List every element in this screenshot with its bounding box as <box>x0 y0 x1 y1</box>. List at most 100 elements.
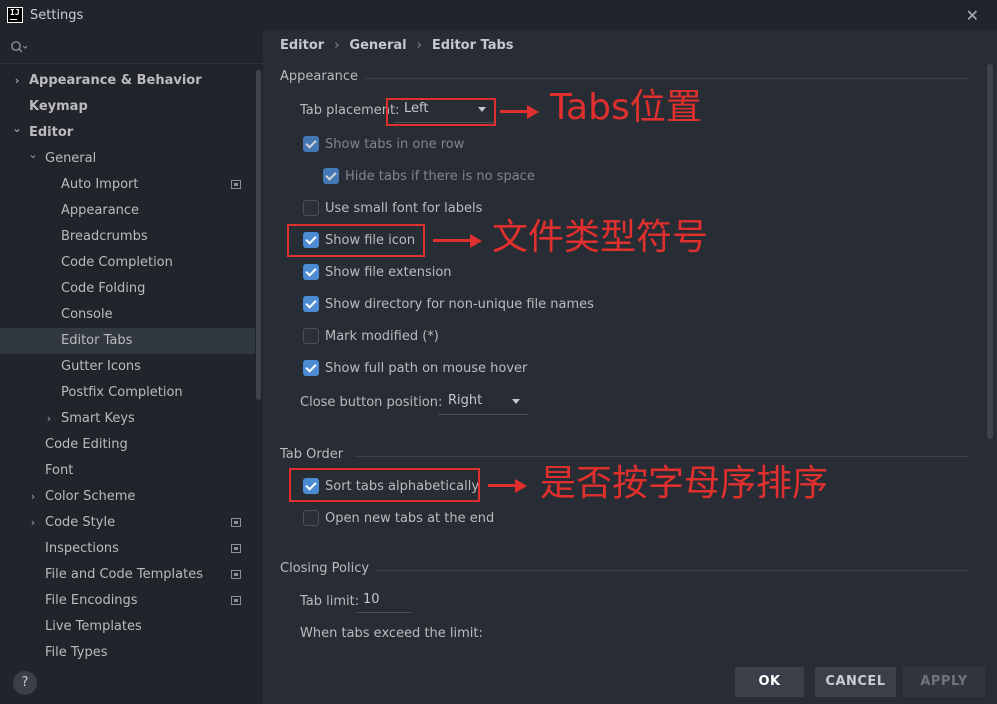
sidebar-item-code-editing[interactable]: Code Editing <box>0 432 255 458</box>
show-file-extension-label: Show file extension <box>325 264 452 280</box>
small-font-checkbox[interactable]: Use small font for labels <box>303 197 482 219</box>
sidebar-item-postfix-completion[interactable]: Postfix Completion <box>0 380 255 406</box>
checkbox-unchecked-icon <box>303 328 319 344</box>
sidebar-item-label: Font <box>45 463 74 478</box>
show-directory-checkbox[interactable]: Show directory for non-unique file names <box>303 293 594 315</box>
sidebar-item-label: Code Editing <box>45 437 128 452</box>
project-scope-icon <box>231 596 241 605</box>
sidebar-item-label: File and Code Templates <box>45 567 203 582</box>
breadcrumb: Editor › General › Editor Tabs <box>280 38 514 53</box>
sidebar-item-gutter-icons[interactable]: Gutter Icons <box>0 354 255 380</box>
sidebar-item-label: Keymap <box>29 99 88 114</box>
open-at-end-checkbox[interactable]: Open new tabs at the end <box>303 507 494 529</box>
editor-tabs-panel: Editor › General › Editor Tabs Appearance Ta… <box>263 30 997 704</box>
sidebar-item-color-scheme[interactable]: › Color Scheme <box>0 484 255 510</box>
show-tabs-one-row-label: Show tabs in one row <box>325 136 465 152</box>
show-file-extension-checkbox[interactable]: Show file extension <box>303 261 452 283</box>
sidebar-item-label: Gutter Icons <box>61 359 141 374</box>
chevron-right-icon[interactable]: › <box>27 484 39 510</box>
sidebar-item-label: Inspections <box>45 541 119 556</box>
sidebar-item-label: General <box>45 151 97 166</box>
appearance-section-title: Appearance <box>280 69 359 84</box>
project-scope-icon <box>231 518 241 527</box>
chevron-right-icon[interactable]: › <box>11 68 23 94</box>
sidebar-item-code-folding[interactable]: Code Folding <box>0 276 255 302</box>
tab-limit-row: Tab limit: <box>300 590 359 612</box>
tab-placement-label: Tab placement: <box>300 102 400 118</box>
chevron-down-icon <box>512 399 520 404</box>
annotation-sort-order: 是否按字母序排序 <box>540 463 829 504</box>
tab-limit-input[interactable]: 10 <box>357 589 411 613</box>
sidebar-item-auto-import[interactable]: Auto Import <box>0 172 255 198</box>
mark-modified-label: Mark modified (*) <box>325 328 439 344</box>
sidebar-item-code-completion[interactable]: Code Completion <box>0 250 255 276</box>
sidebar-item-inspections[interactable]: Inspections <box>0 536 255 562</box>
sidebar-item-file-encodings[interactable]: File Encodings <box>0 588 255 614</box>
annotation-box-tab-placement <box>386 98 496 126</box>
project-scope-icon <box>231 570 241 579</box>
mark-modified-checkbox[interactable]: Mark modified (*) <box>303 325 439 347</box>
breadcrumb-separator: › <box>416 38 422 53</box>
annotation-arrow-head <box>515 479 527 493</box>
show-directory-label: Show directory for non-unique file names <box>325 296 594 312</box>
annotation-arrow-head <box>470 234 482 248</box>
sidebar-item-code-style[interactable]: › Code Style <box>0 510 255 536</box>
search-input[interactable] <box>0 30 263 64</box>
sidebar-item-label: Editor Tabs <box>61 333 133 348</box>
show-tabs-one-row-checkbox[interactable]: Show tabs in one row <box>303 133 464 155</box>
sidebar-item-file-types[interactable]: File Types <box>0 640 255 666</box>
breadcrumb-general[interactable]: General <box>349 38 406 53</box>
sidebar-item-appearance[interactable]: Appearance <box>0 198 255 224</box>
checkbox-checked-icon <box>303 360 319 376</box>
checkbox-unchecked-icon <box>303 200 319 216</box>
tab-order-section-title: Tab Order <box>280 447 344 462</box>
search-icon <box>11 40 28 52</box>
sidebar-item-breadcrumbs[interactable]: Breadcrumbs <box>0 224 255 250</box>
show-full-path-checkbox[interactable]: Show full path on mouse hover <box>303 357 527 379</box>
checkbox-checked-icon <box>303 136 319 152</box>
apply-button[interactable]: APPLY <box>903 667 985 697</box>
chevron-down-icon[interactable]: ⌄ <box>11 116 23 142</box>
hide-tabs-no-space-checkbox[interactable]: Hide tabs if there is no space <box>323 165 535 187</box>
sidebar-item-label: Live Templates <box>45 619 142 634</box>
ok-button[interactable]: OK <box>735 667 804 697</box>
sidebar-item-label: Code Completion <box>61 255 173 270</box>
sidebar-item-appearance-behavior[interactable]: › Appearance & Behavior <box>0 68 255 94</box>
small-font-label: Use small font for labels <box>325 200 483 216</box>
sidebar-scrollbar[interactable] <box>256 70 261 400</box>
annotation-box-file-icon <box>287 224 425 257</box>
tab-placement-row: Tab placement: <box>300 99 400 121</box>
checkbox-checked-icon <box>303 264 319 280</box>
chevron-right-icon[interactable]: › <box>27 510 39 536</box>
sidebar-item-editor-tabs[interactable]: Editor Tabs <box>0 328 255 354</box>
settings-sidebar: › Appearance & Behavior Keymap ⌄ Editor ⌄ Gene… <box>0 30 263 704</box>
sidebar-item-label: Appearance <box>61 203 140 218</box>
chevron-down-icon[interactable]: ⌄ <box>27 142 39 168</box>
close-button-position-row: Close button position: <box>300 391 442 413</box>
sidebar-item-live-templates[interactable]: Live Templates <box>0 614 255 640</box>
breadcrumb-editor[interactable]: Editor <box>280 38 324 53</box>
checkbox-checked-icon <box>303 296 319 312</box>
close-icon[interactable]: ✕ <box>966 6 979 25</box>
sidebar-item-keymap[interactable]: Keymap <box>0 94 255 120</box>
sidebar-item-console[interactable]: Console <box>0 302 255 328</box>
sidebar-item-label: Auto Import <box>61 177 139 192</box>
sidebar-item-file-and-code-templates[interactable]: File and Code Templates <box>0 562 255 588</box>
main-scrollbar[interactable] <box>987 64 993 439</box>
close-button-position-select[interactable]: Right <box>438 389 528 415</box>
sidebar-item-label: Console <box>61 307 113 322</box>
sidebar-item-smart-keys[interactable]: › Smart Keys <box>0 406 255 432</box>
sidebar-item-general[interactable]: ⌄ General <box>0 146 255 172</box>
sidebar-item-font[interactable]: Font <box>0 458 255 484</box>
chevron-right-icon[interactable]: › <box>43 406 55 432</box>
sidebar-item-label: File Encodings <box>45 593 138 608</box>
settings-tree: › Appearance & Behavior Keymap ⌄ Editor ⌄ Gene… <box>0 68 255 666</box>
annotation-box-sort-alpha <box>289 468 480 502</box>
window-title: Settings <box>30 7 84 23</box>
breadcrumb-editor-tabs: Editor Tabs <box>431 38 514 53</box>
checkbox-unchecked-icon <box>303 510 319 526</box>
project-scope-icon <box>231 544 241 553</box>
help-button[interactable]: ? <box>13 671 37 695</box>
annotation-arrow <box>500 110 528 113</box>
cancel-button[interactable]: CANCEL <box>815 667 896 697</box>
